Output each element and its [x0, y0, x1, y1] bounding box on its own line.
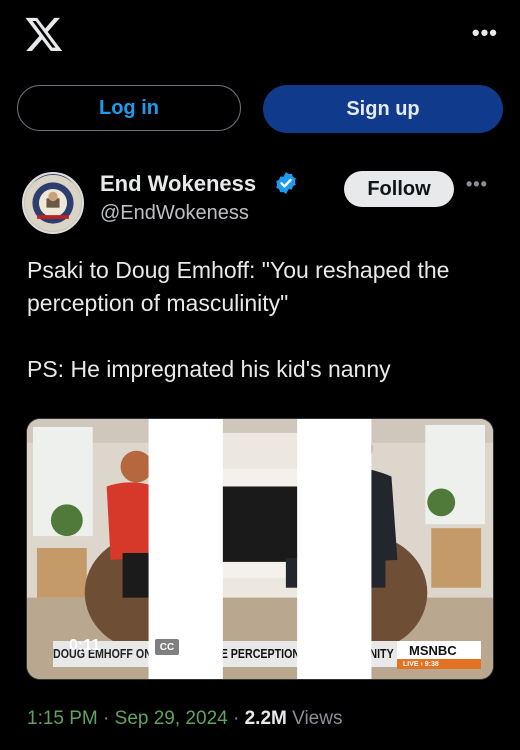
- follow-button[interactable]: Follow: [344, 171, 454, 207]
- meta-separator: ·: [227, 708, 245, 729]
- video-player[interactable]: DOUG EMHOFF ON RE SHAPING THE PERCEPTION…: [26, 418, 494, 680]
- login-button[interactable]: Log in: [17, 85, 241, 131]
- x-logo-icon[interactable]: [24, 14, 64, 54]
- post-meta: 1:15 PM · Sep 29, 2024 · 2.2M Views: [27, 708, 342, 730]
- verified-badge-icon: [276, 172, 296, 194]
- video-time: 0:11: [69, 637, 101, 654]
- views-label: Views: [286, 708, 343, 729]
- post-time[interactable]: 1:15 PM: [27, 708, 98, 729]
- post-text-line1: Psaki to Doug Emhoff: "You reshaped the …: [27, 257, 450, 316]
- post-header: End Wokeness @EndWokeness Follow •••: [22, 168, 502, 238]
- top-bar: •••: [0, 0, 520, 70]
- post-text-line2: PS: He impregnated his kid's nanny: [27, 356, 391, 382]
- auth-buttons: Log in Sign up: [17, 85, 503, 135]
- signup-button[interactable]: Sign up: [263, 85, 503, 133]
- author-name[interactable]: End Wokeness: [100, 171, 256, 197]
- avatar-emblem-icon: [24, 174, 82, 232]
- views-count: 2.2M: [244, 708, 287, 729]
- post-date[interactable]: Sep 29, 2024: [115, 708, 228, 729]
- avatar[interactable]: [22, 172, 84, 234]
- captions-icon[interactable]: CC: [153, 637, 181, 657]
- author-handle[interactable]: @EndWokeness: [100, 202, 249, 225]
- post-text: Psaki to Doug Emhoff: "You reshaped the …: [27, 254, 497, 386]
- meta-separator: ·: [97, 708, 115, 729]
- post-more-icon[interactable]: •••: [466, 174, 488, 195]
- more-options-icon[interactable]: •••: [472, 20, 498, 46]
